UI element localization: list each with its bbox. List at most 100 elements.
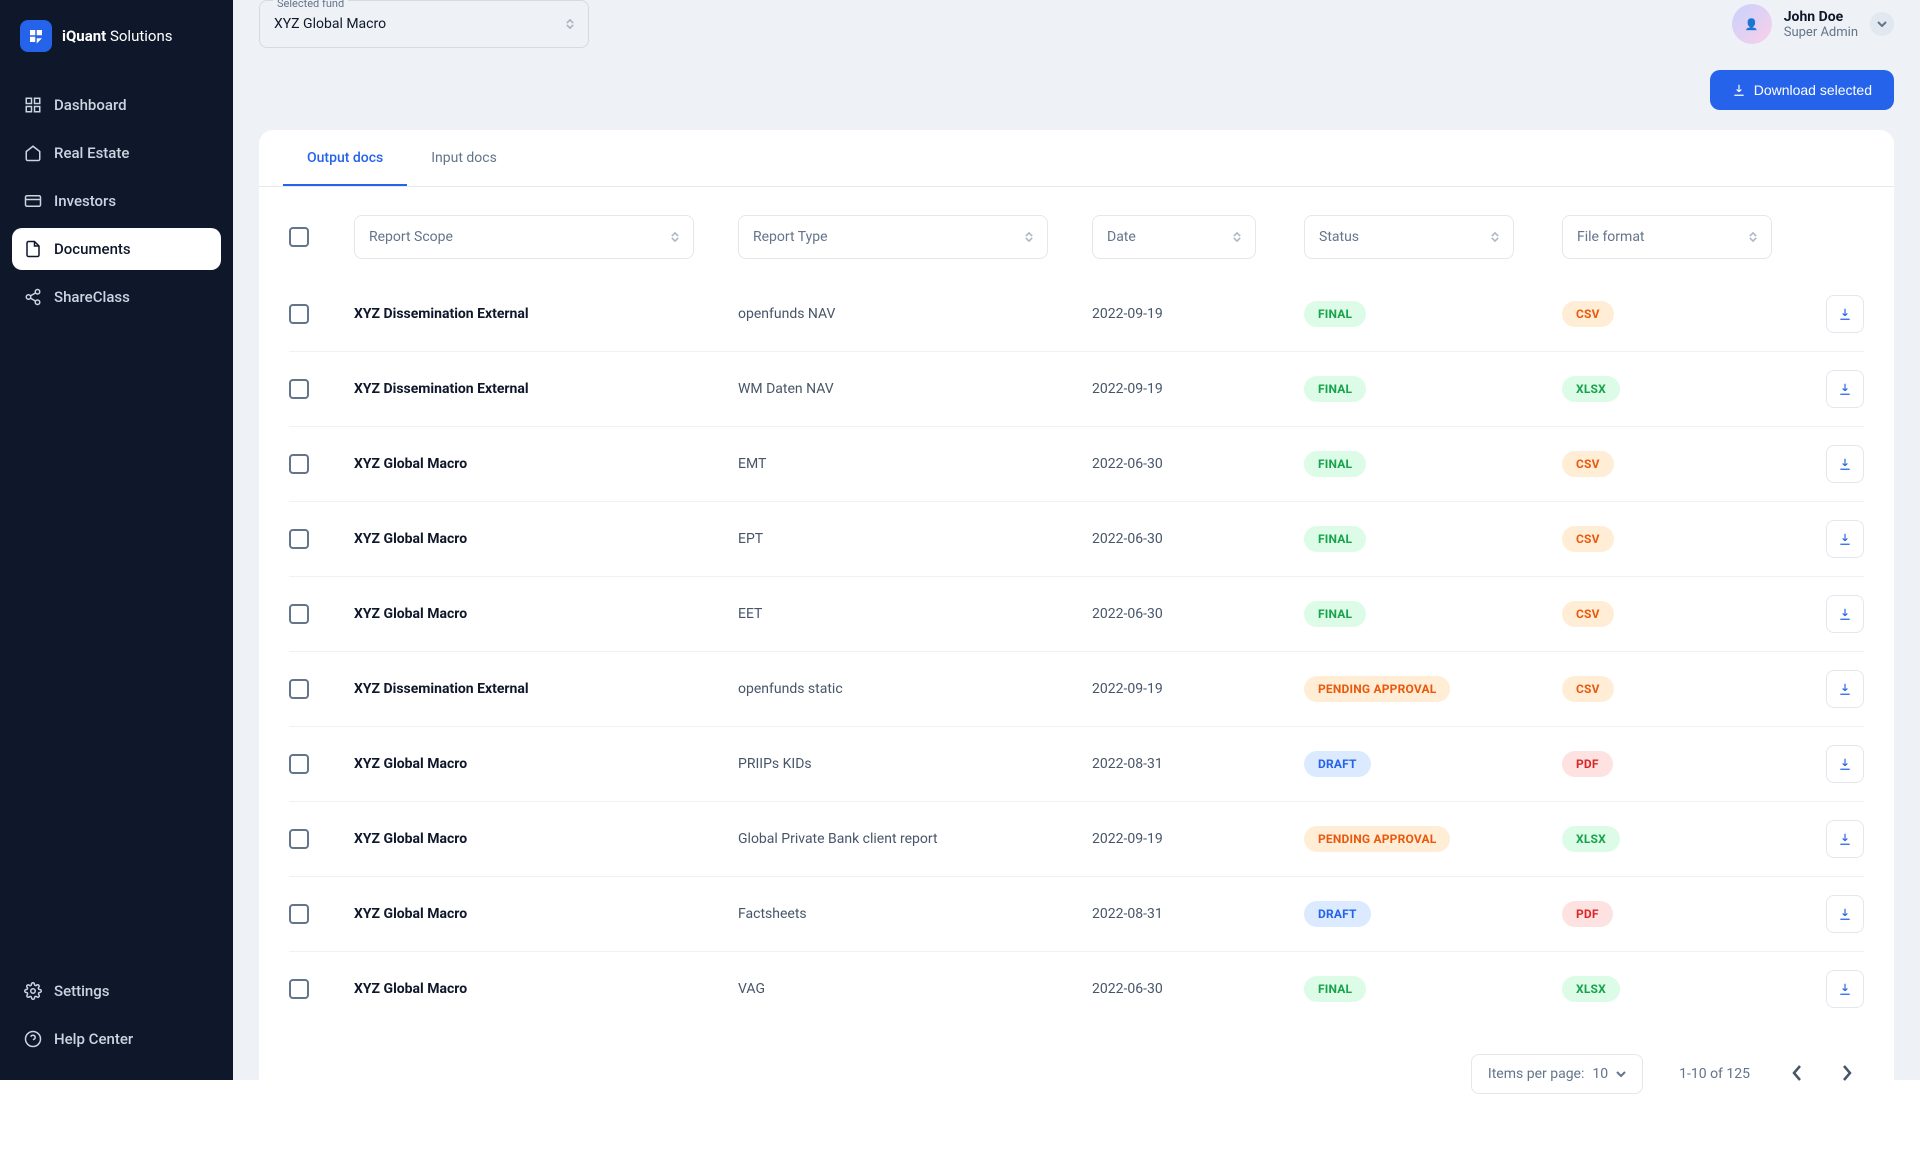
tabs: Output docsInput docs — [259, 130, 1894, 187]
filter-file-format[interactable]: File format — [1562, 215, 1772, 259]
row-type: openfunds NAV — [738, 306, 835, 322]
row-checkbox[interactable] — [289, 529, 309, 549]
row-type: PRIIPs KIDs — [738, 756, 812, 772]
pager — [1786, 1059, 1858, 1090]
download-icon — [1838, 457, 1852, 471]
nav-main: Dashboard Real Estate Investors Documents Sh… — [12, 84, 221, 318]
fund-select-value: XYZ Global Macro — [274, 16, 386, 32]
table-row: XYZ Global MacroPRIIPs KIDs2022-08-31DRA… — [289, 726, 1864, 801]
row-checkbox[interactable] — [289, 679, 309, 699]
status-badge: FINAL — [1304, 526, 1366, 552]
status-badge: PENDING APPROVAL — [1304, 676, 1450, 702]
filter-report-type[interactable]: Report Type — [738, 215, 1048, 259]
row-scope: XYZ Dissemination External — [354, 306, 529, 322]
download-row-button[interactable] — [1826, 820, 1864, 858]
download-icon — [1838, 832, 1852, 846]
user-name: John Doe — [1784, 9, 1858, 25]
status-badge: DRAFT — [1304, 901, 1371, 927]
table-row: XYZ Global MacroEET2022-06-30FINALCSV — [289, 576, 1864, 651]
share-icon — [24, 288, 42, 306]
sidebar-item-dashboard[interactable]: Dashboard — [12, 84, 221, 126]
filter-date[interactable]: Date — [1092, 215, 1256, 259]
format-badge: CSV — [1562, 676, 1614, 702]
table-row: XYZ Dissemination ExternalWM Daten NAV20… — [289, 351, 1864, 426]
brand-name: iQuant Solutions — [62, 27, 172, 45]
fund-select-label: Selected fund — [273, 0, 348, 10]
download-row-button[interactable] — [1826, 970, 1864, 1008]
row-checkbox[interactable] — [289, 979, 309, 999]
row-scope: XYZ Dissemination External — [354, 381, 529, 397]
row-checkbox[interactable] — [289, 754, 309, 774]
sidebar-item-documents[interactable]: Documents — [12, 228, 221, 270]
format-badge: CSV — [1562, 601, 1614, 627]
format-badge: PDF — [1562, 751, 1613, 777]
prev-page-button[interactable] — [1786, 1059, 1808, 1090]
sidebar-item-label: Investors — [54, 192, 116, 210]
row-checkbox[interactable] — [289, 454, 309, 474]
table-row: XYZ Dissemination External openfunds NAV 2… — [289, 277, 1864, 351]
table-row: XYZ Global MacroGlobal Private Bank clie… — [289, 801, 1864, 876]
download-row-button[interactable] — [1826, 370, 1864, 408]
user-info: John Doe Super Admin — [1784, 9, 1858, 40]
sidebar-item-settings[interactable]: Settings — [12, 970, 221, 1012]
row-date: 2022-09-19 — [1092, 306, 1163, 322]
row-checkbox[interactable] — [289, 829, 309, 849]
download-row-button[interactable] — [1826, 445, 1864, 483]
sidebar-item-label: Help Center — [54, 1030, 133, 1048]
table-row: XYZ Global MacroFactsheets2022-08-31DRAF… — [289, 876, 1864, 951]
sidebar-item-real-estate[interactable]: Real Estate — [12, 132, 221, 174]
row-checkbox[interactable] — [289, 304, 309, 324]
filter-status[interactable]: Status — [1304, 215, 1514, 259]
sidebar: iQuant Solutions Dashboard Real Estate Inv… — [0, 0, 233, 1080]
brand-name-bold: iQuant — [62, 27, 106, 45]
select-all-checkbox[interactable] — [289, 227, 309, 247]
sidebar-item-label: Documents — [54, 240, 131, 258]
nav-bottom: Settings Help Center — [12, 970, 221, 1060]
download-row-button[interactable] — [1826, 895, 1864, 933]
format-badge: PDF — [1562, 901, 1613, 927]
download-row-button[interactable] — [1826, 745, 1864, 783]
row-type: WM Daten NAV — [738, 381, 834, 397]
filter-report-scope[interactable]: Report Scope — [354, 215, 694, 259]
items-per-page-select[interactable]: Items per page: 10 — [1471, 1054, 1643, 1094]
row-scope: XYZ Global Macro — [354, 606, 467, 622]
download-row-button[interactable] — [1826, 595, 1864, 633]
download-icon — [1838, 382, 1852, 396]
row-checkbox[interactable] — [289, 604, 309, 624]
row-date: 2022-08-31 — [1092, 756, 1163, 772]
table-row: XYZ Global MacroVAG2022-06-30FINALXLSX — [289, 951, 1864, 1026]
chevron-up-down-icon — [1749, 232, 1757, 242]
download-icon — [1732, 83, 1746, 97]
sidebar-item-investors[interactable]: Investors — [12, 180, 221, 222]
download-selected-button[interactable]: Download selected — [1710, 70, 1894, 110]
row-date: 2022-06-30 — [1092, 456, 1163, 472]
table-row: XYZ Dissemination Externalopenfunds stat… — [289, 651, 1864, 726]
sidebar-item-shareclass[interactable]: ShareClass — [12, 276, 221, 318]
row-scope: XYZ Global Macro — [354, 756, 467, 772]
tab-input-docs[interactable]: Input docs — [407, 130, 521, 186]
row-checkbox[interactable] — [289, 379, 309, 399]
user-menu-toggle[interactable] — [1870, 12, 1894, 36]
sidebar-item-label: ShareClass — [54, 288, 130, 306]
format-badge: XLSX — [1562, 976, 1620, 1002]
download-row-button[interactable] — [1826, 295, 1864, 333]
row-scope: XYZ Global Macro — [354, 906, 467, 922]
row-scope: XYZ Global Macro — [354, 831, 467, 847]
user-role: Super Admin — [1784, 25, 1858, 40]
download-icon — [1838, 532, 1852, 546]
status-badge: PENDING APPROVAL — [1304, 826, 1450, 852]
row-scope: XYZ Global Macro — [354, 456, 467, 472]
download-icon — [1838, 682, 1852, 696]
row-scope: XYZ Dissemination External — [354, 681, 529, 697]
brand-logo-icon — [20, 20, 52, 52]
next-page-button[interactable] — [1836, 1059, 1858, 1090]
download-row-button[interactable] — [1826, 670, 1864, 708]
tab-output-docs[interactable]: Output docs — [283, 130, 407, 186]
row-checkbox[interactable] — [289, 904, 309, 924]
chevron-up-down-icon — [671, 232, 679, 242]
row-date: 2022-06-30 — [1092, 531, 1163, 547]
home-icon — [24, 144, 42, 162]
sidebar-item-help-center[interactable]: Help Center — [12, 1018, 221, 1060]
download-row-button[interactable] — [1826, 520, 1864, 558]
format-badge: XLSX — [1562, 376, 1620, 402]
